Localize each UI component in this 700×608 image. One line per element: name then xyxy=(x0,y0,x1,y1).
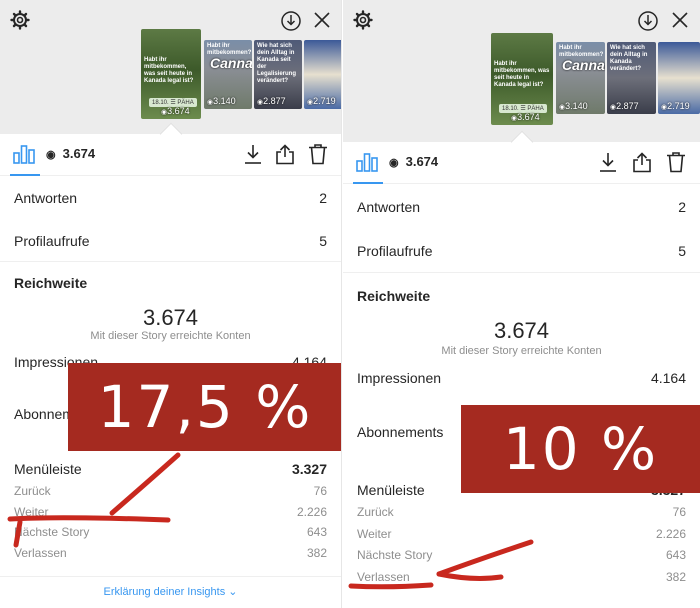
right-insights-panel: Habt ihr mitbekommen, was seit heute in … xyxy=(343,0,700,608)
left-insights-panel: Habt ihr mitbekommen, was seit heute in … xyxy=(0,0,342,608)
red-arrow-annotation xyxy=(348,539,534,590)
red-arrow-annotation xyxy=(7,452,181,548)
